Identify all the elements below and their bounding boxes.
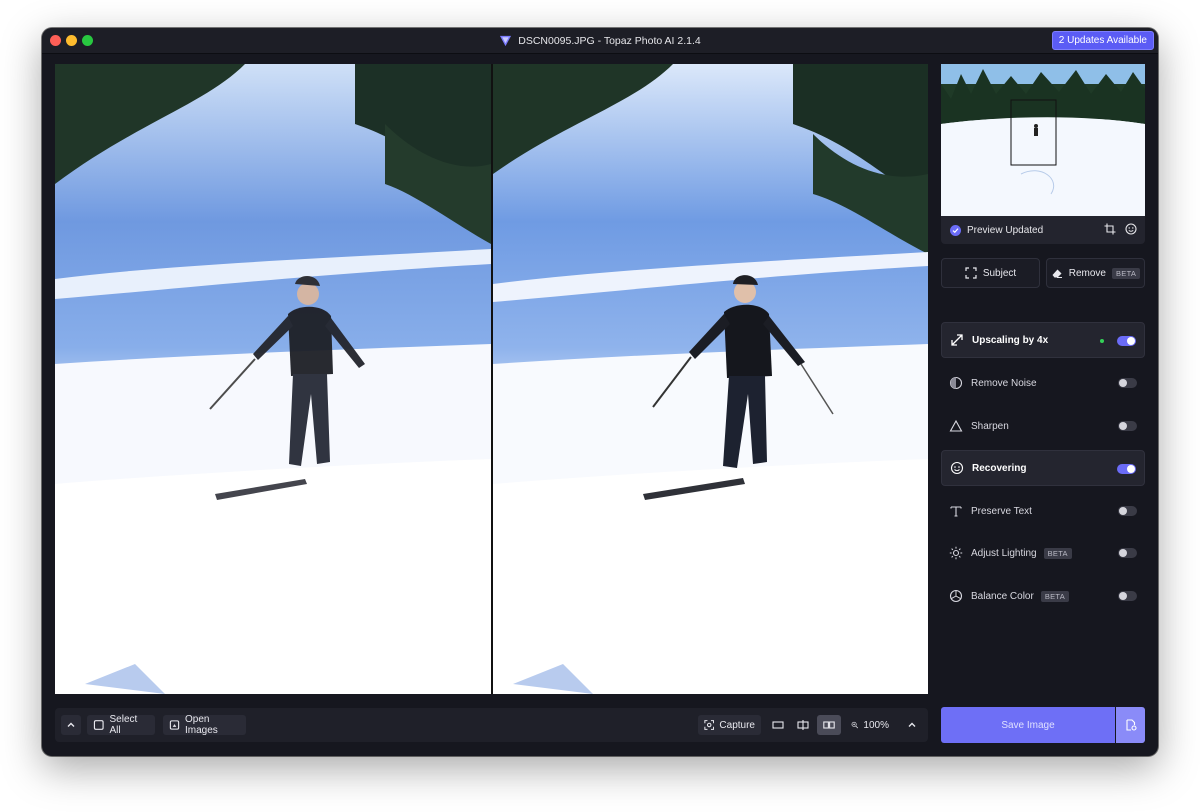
subject-label: Subject	[982, 267, 1017, 279]
bottom-toolbar: Select All Open Images Capture 100%	[55, 708, 928, 742]
balance-color-icon	[949, 589, 963, 603]
title-bar: DSCN0095.JPG - Topaz Photo AI 2.1.4 2 Up…	[42, 28, 1158, 54]
remove-button[interactable]: Remove BETA	[1046, 258, 1145, 288]
adjust-lighting-label: Adjust Lighting	[971, 547, 1037, 559]
single-view-icon	[772, 721, 784, 729]
split-view-button[interactable]	[792, 715, 814, 735]
preview-status-bar: Preview Updated	[941, 216, 1145, 244]
crop-icon[interactable]	[1104, 223, 1116, 235]
image-comparison-viewer[interactable]	[55, 64, 928, 694]
beta-badge: BETA	[1112, 267, 1141, 279]
topaz-logo-icon	[500, 35, 512, 47]
export-settings-button[interactable]	[1116, 707, 1145, 743]
capture-label: Capture	[719, 719, 755, 731]
remove-noise-label: Remove Noise	[971, 377, 1037, 389]
balance-color-row[interactable]: Balance Color BETA	[941, 578, 1145, 614]
sharpen-icon	[949, 419, 963, 432]
remove-label: Remove	[1068, 267, 1106, 279]
text-icon	[950, 506, 962, 517]
remove-noise-icon	[949, 376, 963, 390]
upscaling-text: Upscaling by	[972, 334, 1035, 346]
open-images-button[interactable]: Open Images	[163, 714, 246, 736]
side-by-side-view-button[interactable]	[817, 715, 841, 735]
save-image-button[interactable]: Save Image	[941, 707, 1115, 743]
select-all-label: Select All	[109, 714, 138, 736]
upscaling-toggle[interactable]	[1117, 336, 1136, 346]
select-all-button[interactable]: Select All	[87, 714, 155, 736]
recover-face-icon	[950, 461, 964, 475]
preserve-text-row[interactable]: Preserve Text	[941, 493, 1145, 529]
processed-image-pane[interactable]	[493, 64, 928, 694]
single-view-button[interactable]	[767, 715, 789, 735]
zoom-icon	[851, 721, 859, 729]
face-icon[interactable]	[1125, 223, 1137, 235]
recovering-toggle[interactable]	[1117, 464, 1136, 474]
adjust-lighting-row[interactable]: Adjust Lighting BETA	[941, 535, 1145, 571]
capture-button[interactable]: Capture	[698, 715, 761, 735]
original-photo	[55, 64, 491, 694]
original-image-pane[interactable]	[55, 64, 491, 694]
chevron-up-icon	[908, 722, 916, 727]
processed-photo	[493, 64, 928, 694]
recovering-row[interactable]: Recovering	[941, 450, 1145, 486]
upscaling-factor: 4x	[1037, 334, 1049, 346]
remove-noise-row[interactable]: Remove Noise	[941, 365, 1145, 401]
check-icon	[950, 224, 961, 236]
sharpen-toggle[interactable]	[1118, 421, 1137, 431]
zoom-menu-button[interactable]	[902, 715, 922, 735]
preview-status-text: Preview Updated	[967, 224, 1044, 236]
balance-color-label: Balance Color	[971, 590, 1034, 602]
subject-button[interactable]: Subject	[941, 258, 1040, 288]
subject-select-icon	[965, 267, 977, 279]
upscale-arrows-icon	[951, 334, 963, 346]
remove-noise-toggle[interactable]	[1118, 378, 1137, 388]
sharpen-label: Sharpen	[971, 420, 1009, 432]
beta-badge: BETA	[1040, 590, 1070, 602]
upscaling-row[interactable]: Upscaling by 4x	[941, 322, 1145, 358]
capture-icon	[704, 720, 715, 730]
eraser-icon	[1052, 269, 1062, 278]
export-settings-icon	[1125, 719, 1137, 731]
open-images-icon	[169, 720, 180, 730]
app-window: DSCN0095.JPG - Topaz Photo AI 2.1.4 2 Up…	[42, 28, 1158, 756]
sharpen-row[interactable]: Sharpen	[941, 408, 1145, 444]
checkbox-icon	[93, 720, 104, 730]
preserve-text-toggle[interactable]	[1118, 506, 1137, 516]
navigator-photo	[941, 64, 1145, 216]
beta-badge: BETA	[1043, 547, 1072, 559]
adjust-lighting-toggle[interactable]	[1118, 548, 1137, 558]
active-indicator	[1100, 339, 1104, 343]
open-images-label: Open Images	[185, 714, 218, 736]
expand-filmstrip-button[interactable]	[61, 715, 81, 735]
window-title: DSCN0095.JPG - Topaz Photo AI 2.1.4	[518, 34, 701, 47]
sun-icon	[949, 546, 963, 560]
zoom-level: 100%	[863, 719, 889, 731]
updates-available-button[interactable]: 2 Updates Available	[1051, 31, 1154, 50]
zoom-control[interactable]: 100%	[845, 715, 895, 735]
split-view-icon	[797, 720, 809, 730]
recovering-label: Recovering	[972, 462, 1027, 474]
preserve-text-label: Preserve Text	[971, 505, 1032, 517]
chevron-up-icon	[67, 722, 75, 727]
balance-color-toggle[interactable]	[1118, 591, 1137, 601]
navigator-thumbnail[interactable]	[941, 64, 1145, 216]
side-by-side-icon	[823, 721, 835, 729]
